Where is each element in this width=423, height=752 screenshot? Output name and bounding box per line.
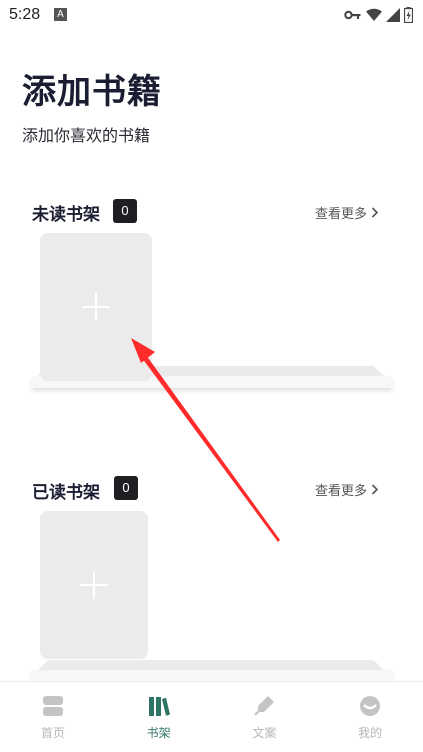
status-icons xyxy=(344,6,413,24)
tab-label: 书架 xyxy=(146,726,171,740)
vpn-key-icon xyxy=(344,10,361,20)
chevron-right-icon xyxy=(371,484,379,495)
unread-shelf-title: 未读书架 xyxy=(32,205,100,225)
wifi-icon xyxy=(366,8,382,21)
read-shelf-title: 已读书架 xyxy=(32,483,100,503)
bottom-tab-bar: 首页 书架 文案 我的 xyxy=(0,681,423,752)
home-icon xyxy=(42,696,63,716)
plus-icon xyxy=(82,293,110,321)
tab-copywriting[interactable]: 文案 xyxy=(212,682,318,752)
add-read-book-button[interactable] xyxy=(40,511,148,659)
tab-label: 我的 xyxy=(358,726,383,740)
read-shelf-board xyxy=(32,660,392,682)
pen-icon xyxy=(254,696,275,716)
status-time: 5:28 xyxy=(9,6,41,23)
tab-profile[interactable]: 我的 xyxy=(317,682,423,752)
bookshelf-icon xyxy=(148,697,170,716)
plus-icon xyxy=(80,571,108,599)
unread-count-badge: 0 xyxy=(113,199,137,223)
read-count-badge: 0 xyxy=(114,476,138,500)
see-more-label: 查看更多 xyxy=(314,207,367,222)
tab-home[interactable]: 首页 xyxy=(0,682,106,752)
see-more-label: 查看更多 xyxy=(314,484,367,499)
chevron-right-icon xyxy=(371,207,379,218)
profile-icon xyxy=(360,696,381,716)
signal-icon xyxy=(386,8,400,22)
notification-icon: A xyxy=(54,8,67,21)
add-unread-book-button[interactable] xyxy=(40,233,152,381)
status-bar: 5:28 A xyxy=(0,0,423,30)
unread-see-more-link[interactable]: 查看更多 xyxy=(315,203,379,222)
tab-bookshelf[interactable]: 书架 xyxy=(106,682,212,752)
read-see-more-link[interactable]: 查看更多 xyxy=(315,480,379,499)
page-subtitle: 添加你喜欢的书籍 xyxy=(22,126,151,145)
tab-label: 首页 xyxy=(40,726,65,740)
page-title: 添加书籍 xyxy=(22,72,162,112)
battery-icon xyxy=(404,7,413,23)
tab-label: 文案 xyxy=(252,726,277,740)
